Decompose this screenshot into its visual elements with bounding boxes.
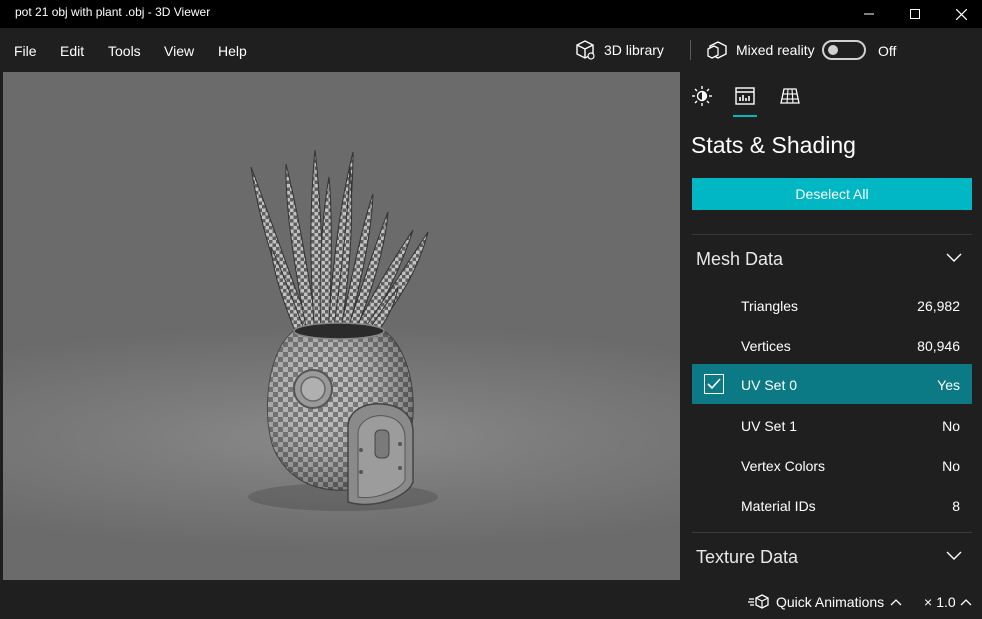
quick-animations-label: Quick Animations <box>776 594 885 610</box>
chevron-down-icon <box>946 253 962 262</box>
stat-value: Yes <box>937 377 960 393</box>
menu-edit[interactable]: Edit <box>60 43 84 59</box>
menu-view[interactable]: View <box>164 43 194 59</box>
title-bar: pot 21 obj with plant .obj - 3D Viewer <box>0 0 982 28</box>
toolbar-separator <box>690 40 691 60</box>
maximize-button[interactable] <box>892 0 938 28</box>
stat-row-triangles[interactable]: Triangles 26,982 <box>692 285 972 325</box>
menu-tools[interactable]: Tools <box>108 43 141 59</box>
texture-data-label: Texture Data <box>696 547 799 567</box>
mixed-reality-icon <box>707 41 727 59</box>
stat-label: Material IDs <box>741 498 816 514</box>
toggle-knob <box>828 45 838 55</box>
texture-data-header[interactable]: Texture Data <box>692 541 972 573</box>
zoom-value: 1.0 <box>936 594 956 610</box>
stat-row-material-ids[interactable]: Material IDs 8 <box>692 485 972 525</box>
minimize-button[interactable] <box>846 0 892 28</box>
chevron-up-icon <box>890 599 902 606</box>
stat-row-uv-set-1[interactable]: UV Set 1 No <box>692 405 972 445</box>
active-tab-indicator <box>733 115 757 117</box>
panel-title: Stats & Shading <box>691 132 856 158</box>
close-icon <box>955 8 967 20</box>
stat-label: Vertices <box>741 338 791 354</box>
chevron-down-icon <box>946 551 962 560</box>
section-divider <box>692 234 972 235</box>
mesh-data-header[interactable]: Mesh Data <box>692 243 972 275</box>
check-icon <box>707 378 721 390</box>
grid-icon <box>780 88 800 104</box>
maximize-icon <box>910 9 920 19</box>
3d-library-label: 3D library <box>604 42 664 58</box>
toggle-state-label: Off <box>878 43 897 59</box>
model-render <box>248 149 438 511</box>
stat-row-vertices[interactable]: Vertices 80,946 <box>692 325 972 365</box>
stat-value: 8 <box>952 498 960 514</box>
menu-bar: File Edit Tools View Help 3D library Mix… <box>0 28 982 72</box>
quick-animations-button[interactable]: Quick Animations <box>748 594 902 610</box>
zoom-prefix: × <box>924 594 933 610</box>
zoom-control[interactable]: × 1.0 <box>924 594 972 610</box>
chevron-up-icon <box>960 599 972 606</box>
stat-value: No <box>942 458 960 474</box>
sun-icon <box>692 86 712 106</box>
stat-label: Triangles <box>741 298 799 314</box>
tab-stats-shading[interactable] <box>733 84 757 108</box>
animation-icon <box>748 594 769 609</box>
stat-row-uv-set-0[interactable]: UV Set 0 Yes <box>692 364 972 404</box>
stat-label: Vertex Colors <box>741 458 826 474</box>
menu-help[interactable]: Help <box>218 43 247 59</box>
stat-label: UV Set 0 <box>741 377 798 393</box>
stat-value: 80,946 <box>917 338 960 354</box>
3d-library-button[interactable]: 3D library <box>574 39 664 61</box>
uv-set-0-checkbox[interactable] <box>704 374 724 394</box>
stat-label: UV Set 1 <box>741 418 798 434</box>
stat-row-vertex-colors[interactable]: Vertex Colors No <box>692 445 972 485</box>
section-divider <box>692 532 972 533</box>
close-button[interactable] <box>938 0 982 28</box>
mesh-data-label: Mesh Data <box>696 249 784 269</box>
stat-value: 26,982 <box>917 298 960 314</box>
3d-viewport[interactable] <box>3 72 680 580</box>
tab-grid[interactable] <box>778 84 802 108</box>
stat-value: No <box>942 418 960 434</box>
deselect-all-button[interactable]: Deselect All <box>692 178 972 210</box>
mixed-reality-button[interactable]: Mixed reality <box>706 39 815 61</box>
stats-icon <box>735 87 755 105</box>
mixed-reality-label: Mixed reality <box>736 42 815 58</box>
mixed-reality-toggle[interactable] <box>822 40 866 60</box>
tab-lighting[interactable] <box>690 84 714 108</box>
menu-file[interactable]: File <box>14 43 37 59</box>
window-title: pot 21 obj with plant .obj - 3D Viewer <box>15 5 211 19</box>
minimize-icon <box>864 13 874 15</box>
cube-icon <box>576 40 595 60</box>
